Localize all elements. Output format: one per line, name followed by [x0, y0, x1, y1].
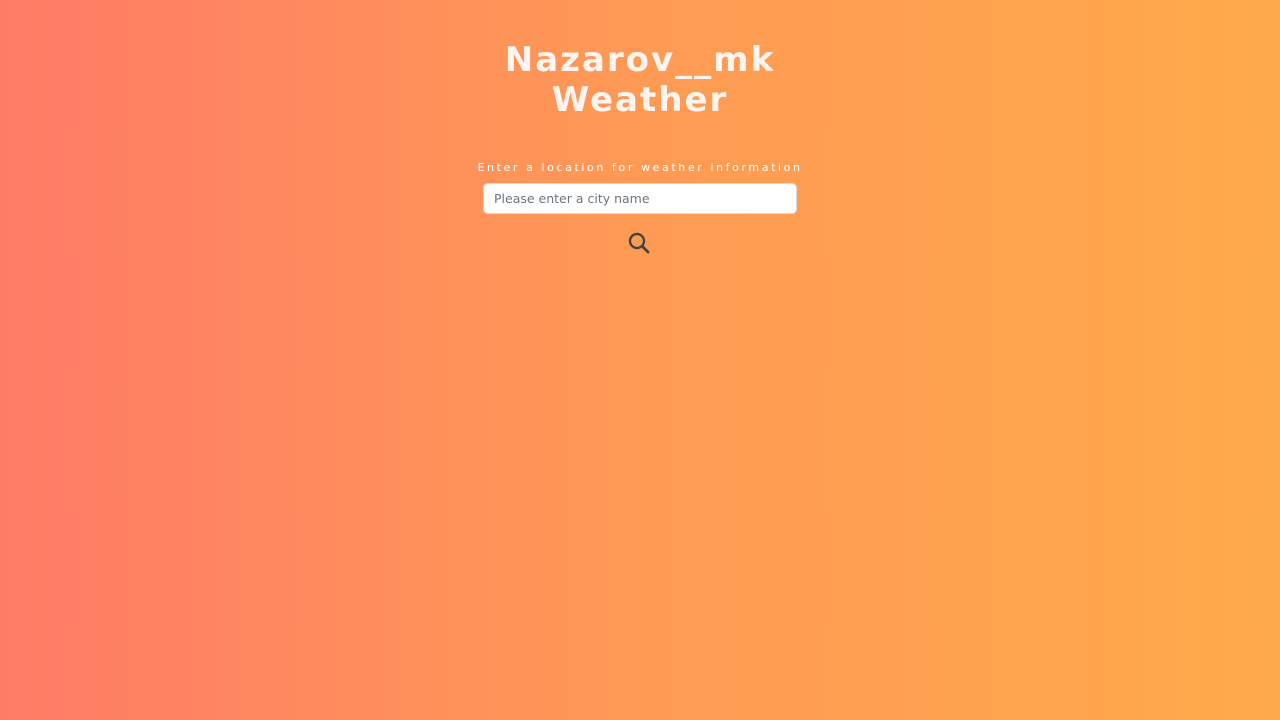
title-line-2: Weather — [551, 80, 729, 120]
search-prompt: Enter a location for weather information — [477, 161, 803, 174]
app-container: Nazarov__mk Weather Enter a location for… — [0, 0, 1280, 720]
city-search-input[interactable] — [483, 183, 797, 214]
search-button[interactable] — [625, 229, 653, 257]
title-line-1: Nazarov__mk — [504, 40, 776, 80]
search-icon — [628, 232, 650, 254]
page-title: Nazarov__mk Weather — [440, 40, 840, 120]
